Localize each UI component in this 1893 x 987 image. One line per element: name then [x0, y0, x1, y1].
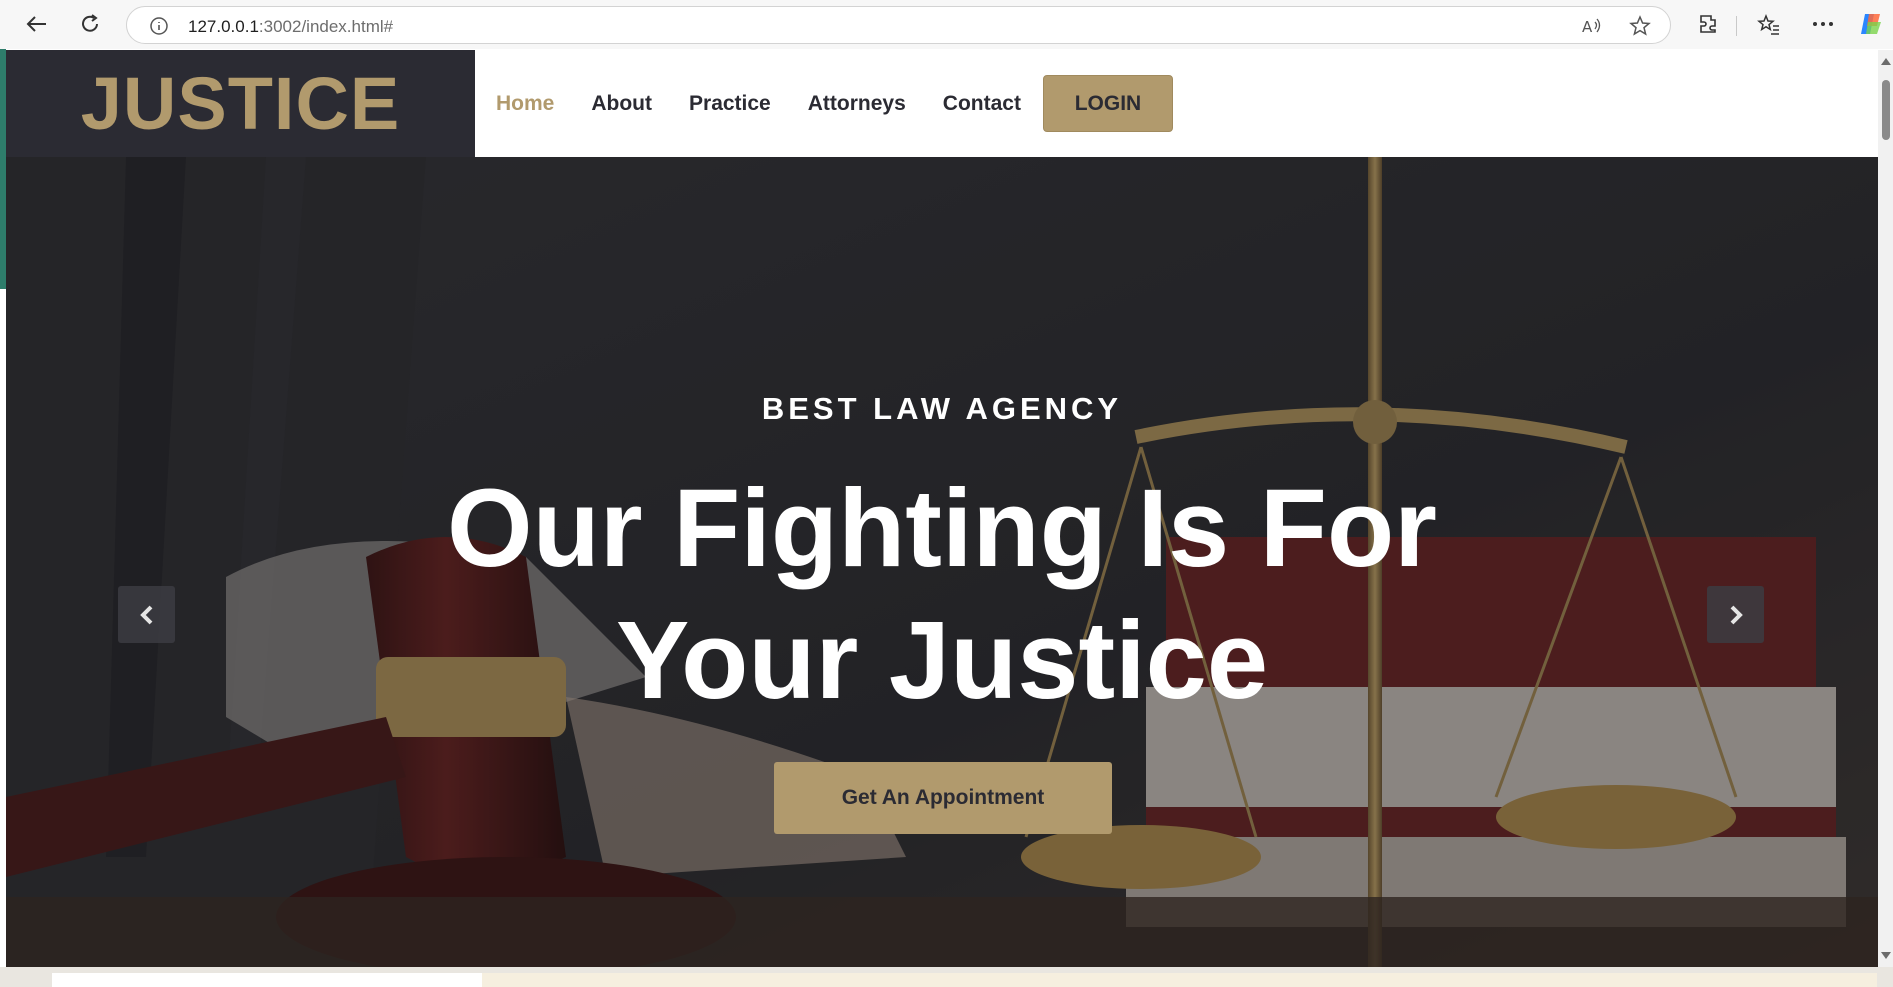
carousel-prev-button[interactable]	[118, 586, 175, 643]
nav-about[interactable]: About	[591, 92, 652, 116]
reload-icon[interactable]	[72, 6, 108, 42]
copilot-icon[interactable]	[1853, 6, 1889, 42]
svg-text:A: A	[1582, 18, 1593, 36]
more-icon[interactable]	[1805, 6, 1841, 42]
back-arrow-icon[interactable]	[18, 6, 54, 42]
below-fold-panel-right	[482, 973, 1877, 987]
hero-headline: Our Fighting Is For Your Justice	[6, 463, 1878, 727]
scroll-thumb[interactable]	[1882, 80, 1890, 140]
vertical-scrollbar[interactable]	[1878, 50, 1893, 967]
nav-practice[interactable]: Practice	[689, 92, 771, 116]
extensions-icon[interactable]	[1690, 6, 1726, 42]
page-viewport: JUSTICE Home About Practice Attorneys Co…	[6, 50, 1878, 967]
toolbar-divider	[1736, 16, 1737, 36]
hero-kicker: BEST LAW AGENCY	[761, 391, 1123, 426]
get-appointment-button[interactable]: Get An Appointment	[774, 762, 1112, 834]
star-icon[interactable]	[1629, 15, 1651, 42]
hero-headline-line1: Our Fighting Is For	[447, 467, 1437, 590]
nav-contact[interactable]: Contact	[943, 92, 1021, 116]
read-aloud-icon[interactable]: A	[1581, 16, 1603, 41]
favorites-icon[interactable]	[1751, 6, 1787, 42]
below-fold-panel-left	[52, 973, 482, 987]
carousel-next-button[interactable]	[1707, 586, 1764, 643]
url-text[interactable]: 127.0.0.1:3002/index.html#	[188, 17, 393, 37]
brand-logo[interactable]: JUSTICE	[81, 61, 401, 146]
info-icon[interactable]	[149, 16, 169, 41]
address-bar[interactable]: 127.0.0.1:3002/index.html# A	[126, 6, 1671, 44]
hero-carousel: BEST LAW AGENCY Our Fighting Is For Your…	[6, 157, 1878, 967]
url-host: 127.0.0.1	[188, 17, 259, 36]
chevron-right-icon	[1730, 605, 1743, 624]
nav-home[interactable]: Home	[496, 92, 554, 116]
login-button[interactable]: LOGIN	[1042, 75, 1173, 132]
browser-toolbar: 127.0.0.1:3002/index.html# A	[0, 0, 1893, 49]
site-header: JUSTICE Home About Practice Attorneys Co…	[6, 50, 1878, 157]
scroll-up-arrow-icon[interactable]	[1881, 58, 1891, 65]
nav-attorneys[interactable]: Attorneys	[808, 92, 906, 116]
hero-headline-line2: Your Justice	[615, 599, 1269, 722]
url-path: :3002/index.html#	[258, 17, 394, 36]
main-nav: Home About Practice Attorneys Contact LO…	[496, 50, 1173, 157]
brand-box[interactable]: JUSTICE	[6, 50, 475, 157]
scroll-down-arrow-icon[interactable]	[1881, 952, 1891, 959]
below-fold-content	[0, 967, 1893, 987]
chevron-left-icon	[139, 605, 152, 624]
